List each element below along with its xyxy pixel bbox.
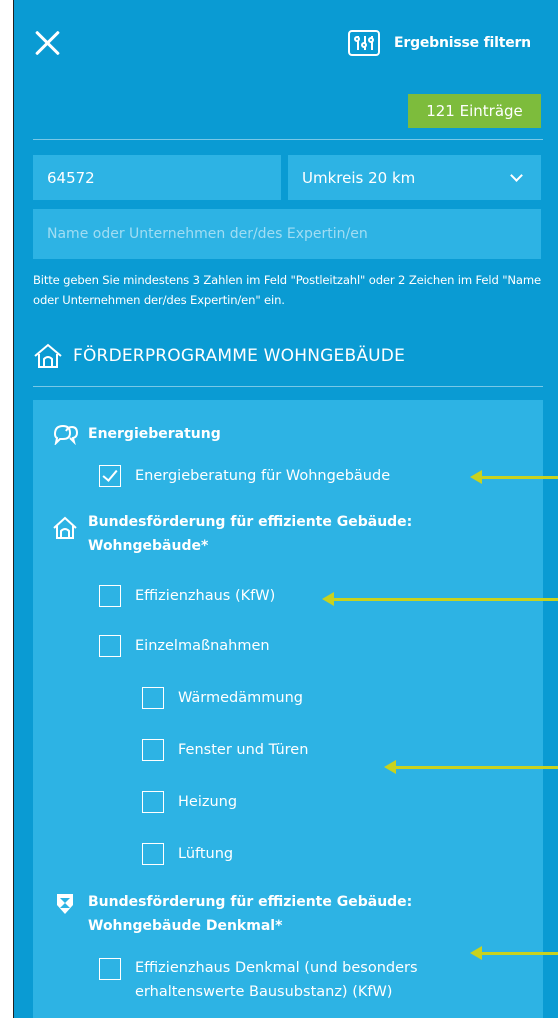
left-frame-edge — [0, 0, 14, 1018]
results-count-badge: 121 Einträge — [408, 94, 541, 128]
group-title-line1: Bundesförderung für effiziente Gebäude: — [88, 514, 413, 530]
section-header: FÖRDERPROGRAMME WOHNGEBÄUDE — [33, 343, 405, 369]
checkbox-checked[interactable] — [99, 465, 121, 487]
speech-bubbles-icon — [52, 423, 78, 445]
option-label: Energieberatung für Wohngebäude — [135, 468, 391, 484]
option-lueftung[interactable]: Lüftung — [142, 842, 233, 866]
sliders-icon — [348, 30, 380, 56]
annotation-arrow — [384, 760, 558, 774]
group-title-line2: Wohngebäude Denkmal* — [88, 918, 283, 934]
group-energieberatung-header: Energieberatung — [52, 422, 221, 446]
divider — [33, 386, 543, 387]
house-icon — [52, 516, 78, 540]
section-title: FÖRDERPROGRAMME WOHNGEBÄUDE — [73, 346, 406, 366]
house-icon — [33, 343, 63, 369]
option-waermedaemmung[interactable]: Wärmedämmung — [142, 686, 303, 710]
close-icon[interactable] — [34, 29, 62, 57]
option-label-line1: Effizienzhaus Denkmal (und besonders — [135, 960, 418, 976]
option-label: Heizung — [178, 794, 238, 810]
option-label: Lüftung — [178, 846, 234, 862]
filter-header[interactable]: Ergebnisse filtern — [348, 30, 531, 56]
option-label: Wärmedämmung — [178, 690, 303, 706]
option-label-line2: erhaltenswerte Bausubstanz) (KfW) — [135, 984, 393, 1000]
checkbox[interactable] — [99, 635, 121, 657]
search-hint: Bitte geben Sie mindestens 3 Zahlen im F… — [33, 273, 542, 307]
group-bundesfoerderung-header: Bundesförderung für effiziente Gebäude: … — [52, 510, 412, 558]
checkbox[interactable] — [142, 739, 164, 761]
checkbox[interactable] — [142, 791, 164, 813]
radius-select[interactable]: Umkreis 20 km — [288, 155, 541, 200]
group-title: Energieberatung — [88, 426, 221, 442]
annotation-arrow — [470, 470, 558, 484]
checkbox[interactable] — [99, 585, 121, 607]
checkbox[interactable] — [99, 958, 121, 980]
option-heizung[interactable]: Heizung — [142, 790, 237, 814]
monument-badge-icon — [52, 892, 78, 916]
option-effizienzhaus-denkmal[interactable]: Effizienzhaus Denkmal (und besonders erh… — [99, 956, 418, 1004]
annotation-arrow — [322, 592, 558, 606]
chevron-down-icon — [510, 168, 523, 182]
option-label: Effizienzhaus (KfW) — [135, 588, 276, 604]
checkbox[interactable] — [142, 687, 164, 709]
option-fenster-tueren[interactable]: Fenster und Türen — [142, 738, 308, 762]
group-title-line1: Bundesförderung für effiziente Gebäude: — [88, 894, 413, 910]
group-denkmal-header: Bundesförderung für effiziente Gebäude: … — [52, 890, 412, 938]
filter-title: Ergebnisse filtern — [394, 35, 531, 51]
group-title-line2: Wohngebäude* — [88, 538, 209, 554]
option-label: Einzelmaßnahmen — [135, 638, 270, 654]
zip-input[interactable] — [33, 155, 281, 200]
option-einzelmassnahmen[interactable]: Einzelmaßnahmen — [99, 634, 270, 658]
option-energieberatung-wohngebaeude[interactable]: Energieberatung für Wohngebäude — [99, 464, 390, 488]
option-label: Fenster und Türen — [178, 742, 309, 758]
option-effizienzhaus[interactable]: Effizienzhaus (KfW) — [99, 584, 275, 608]
checkbox[interactable] — [142, 843, 164, 865]
divider — [33, 139, 543, 140]
radius-select-value: Umkreis 20 km — [302, 168, 416, 187]
name-input[interactable] — [33, 209, 541, 259]
annotation-arrow — [470, 946, 558, 960]
